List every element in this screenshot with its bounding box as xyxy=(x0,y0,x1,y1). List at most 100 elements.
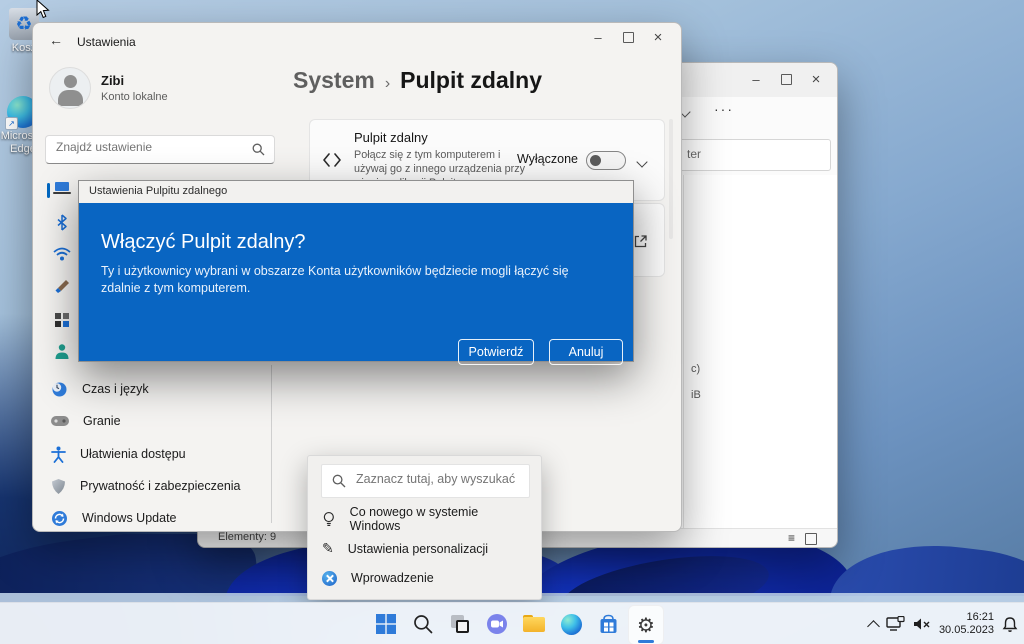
explorer-text-fragment: iB xyxy=(691,389,701,401)
explorer-search-text: ter xyxy=(687,147,701,161)
grid-view-icon[interactable] xyxy=(805,532,817,550)
sidebar-item-system[interactable] xyxy=(53,180,71,201)
remote-desktop-icon xyxy=(322,153,342,167)
chevron-down-icon[interactable] xyxy=(638,153,646,171)
content-scroll-hint xyxy=(669,119,673,239)
apps-icon xyxy=(54,312,70,328)
sidebar-item-accessibility[interactable]: Ułatwienia dostępu xyxy=(43,440,301,468)
edge-button[interactable] xyxy=(554,605,588,643)
dialog-title: Ustawienia Pulpitu zdalnego xyxy=(89,185,227,197)
taskbar: ⚙ 16:21 30.05.2023 xyxy=(0,602,1024,644)
store-button[interactable] xyxy=(591,605,625,643)
explorer-text-fragment: c) xyxy=(691,363,700,375)
minimize-button[interactable]: – xyxy=(583,25,613,49)
mouse-cursor xyxy=(36,0,51,21)
avatar[interactable] xyxy=(49,67,91,109)
close-button[interactable]: × xyxy=(643,25,673,49)
more-button[interactable]: ··· xyxy=(714,101,734,117)
chat-icon xyxy=(486,613,508,635)
sidebar-item-bluetooth[interactable] xyxy=(55,214,69,236)
minimize-button[interactable]: – xyxy=(741,67,771,91)
cancel-button[interactable]: Anuluj xyxy=(549,339,623,365)
search-icon xyxy=(252,143,265,156)
accessibility-icon xyxy=(51,446,66,463)
flyout-item-get-started[interactable]: Wprowadzenie xyxy=(322,565,528,591)
nav-selected-indicator xyxy=(47,183,50,198)
sidebar-item-apps[interactable] xyxy=(54,312,70,333)
dialog-heading: Włączyć Pulpit zdalny? xyxy=(101,231,306,254)
start-button[interactable] xyxy=(369,605,403,643)
sync-icon xyxy=(51,510,68,527)
folder-icon xyxy=(523,615,545,633)
maximize-button[interactable] xyxy=(771,67,801,91)
breadcrumb-root[interactable]: System xyxy=(293,67,375,94)
wifi-icon xyxy=(53,247,71,261)
settings-search-input[interactable] xyxy=(54,139,238,155)
bluetooth-icon xyxy=(55,214,69,231)
flyout-item-whats-new[interactable]: Co nowego w systemie Windows xyxy=(322,506,528,532)
task-view-button[interactable] xyxy=(443,605,477,643)
recycle-icon: ♻ xyxy=(15,13,32,35)
toggle-state-label: Wyłączone xyxy=(517,152,578,166)
back-icon[interactable]: ← xyxy=(49,32,63,48)
network-icon[interactable] xyxy=(886,616,905,632)
flyout-item-personalization[interactable]: ✎ Ustawienia personalizacji xyxy=(322,536,528,562)
file-explorer-button[interactable] xyxy=(517,605,551,643)
user-account-type: Konto lokalne xyxy=(101,91,168,103)
settings-taskbar-button[interactable]: ⚙ xyxy=(628,605,664,644)
sidebar-item-label: Czas i język xyxy=(82,382,149,396)
brush-icon xyxy=(54,279,70,295)
sidebar-item-personalization[interactable] xyxy=(54,279,70,300)
store-icon xyxy=(598,614,619,635)
gear-icon: ⚙ xyxy=(637,615,655,635)
volume-muted-icon[interactable] xyxy=(913,616,931,632)
search-icon xyxy=(413,614,433,634)
sidebar-item-gaming[interactable]: Granie xyxy=(43,407,301,435)
sidebar-item-privacy[interactable]: Prywatność i zabezpieczenia xyxy=(43,472,301,500)
explorer-caption-buttons: – × xyxy=(741,67,831,91)
explorer-search-box[interactable]: ter xyxy=(678,139,831,171)
search-icon xyxy=(332,474,346,488)
flyout-search-box[interactable] xyxy=(321,464,530,498)
system-icon xyxy=(53,180,71,196)
flyout-item-label: Ustawienia personalizacji xyxy=(348,542,488,556)
shield-icon xyxy=(51,478,66,495)
list-view-icon[interactable]: ≡ xyxy=(788,531,795,545)
gamepad-icon xyxy=(51,415,69,427)
notification-bell-icon[interactable] xyxy=(1002,616,1018,633)
system-tray: 16:21 30.05.2023 xyxy=(869,603,1018,644)
confirm-button[interactable]: Potwierdź xyxy=(458,339,534,365)
chat-button[interactable] xyxy=(480,605,514,643)
sidebar-item-windows-update[interactable]: Windows Update xyxy=(43,504,301,532)
desktop: ♻ Kosz ↗ Microsoft Edge – × ··· ter c) i… xyxy=(0,0,1024,644)
chevron-down-icon[interactable] xyxy=(681,103,689,121)
clock[interactable]: 16:21 30.05.2023 xyxy=(939,611,994,637)
sidebar-item-label: Ułatwienia dostępu xyxy=(80,447,186,461)
clock-globe-icon xyxy=(51,381,68,398)
flyout-item-label: Wprowadzenie xyxy=(351,571,434,585)
close-button[interactable]: × xyxy=(801,67,831,91)
tray-chevron-up-icon[interactable] xyxy=(867,620,880,633)
breadcrumb: System › Pulpit zdalny xyxy=(293,67,542,94)
taskbar-center-icons: ⚙ xyxy=(369,605,664,644)
nav-divider xyxy=(271,365,272,523)
tray-time: 16:21 xyxy=(939,611,994,624)
sidebar-item-label: Prywatność i zabezpieczenia xyxy=(80,479,241,493)
remote-desktop-toggle[interactable] xyxy=(586,151,626,170)
lightbulb-icon xyxy=(322,511,336,528)
flyout-search-input[interactable] xyxy=(354,471,526,487)
windows-logo-icon xyxy=(375,613,397,635)
sidebar-item-label: Granie xyxy=(83,414,121,428)
settings-search-box[interactable] xyxy=(45,135,275,164)
external-link-icon xyxy=(633,234,648,249)
sidebar-item-time-language[interactable]: Czas i język xyxy=(43,375,301,403)
maximize-button[interactable] xyxy=(613,25,643,49)
user-name: Zibi xyxy=(101,73,124,88)
sidebar-item-accounts[interactable] xyxy=(54,343,70,365)
task-view-icon xyxy=(449,613,471,635)
sidebar-item-network[interactable] xyxy=(53,247,71,266)
flyout-item-label: Co nowego w systemie Windows xyxy=(350,505,528,533)
taskbar-search-button[interactable] xyxy=(406,605,440,643)
search-flyout: Co nowego w systemie Windows ✎ Ustawieni… xyxy=(307,455,542,600)
window-title: Ustawienia xyxy=(77,35,136,49)
